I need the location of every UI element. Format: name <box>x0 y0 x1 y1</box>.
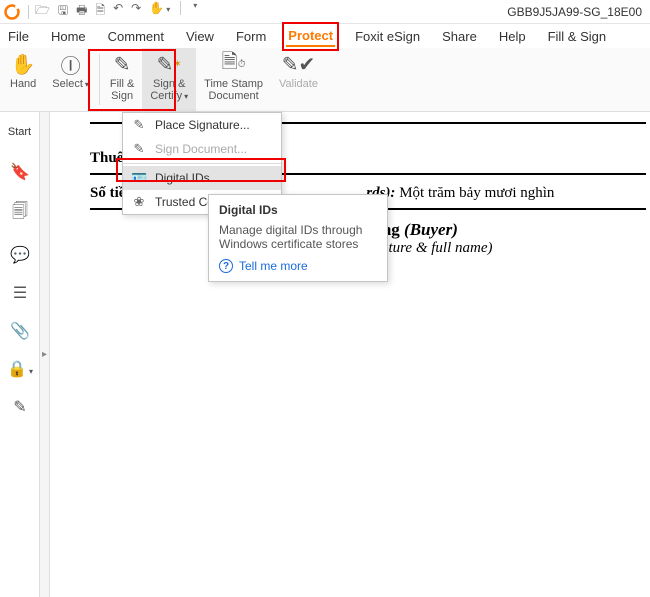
ribbon-time-stamp[interactable]: 🗎⏱ Time Stamp Document <box>196 48 271 111</box>
id-card-icon: 🪪 <box>131 170 147 186</box>
menu-file[interactable]: File <box>6 27 31 46</box>
start-panel[interactable]: Start 🔖 🗐 💬 ☰ 📎 🔒▾ ✎ <box>0 112 40 597</box>
menu-form[interactable]: Form <box>234 27 268 46</box>
menu-view[interactable]: View <box>184 27 216 46</box>
menuitem-digital-ids[interactable]: 🪪 Digital IDs <box>123 166 281 190</box>
start-label: Start <box>8 126 31 138</box>
time-stamp-icon: 🗎⏱ <box>222 52 246 76</box>
print-icon[interactable]: 🖶 <box>76 1 87 22</box>
page-icon[interactable]: 🗎 <box>95 1 105 22</box>
menu-help[interactable]: Help <box>497 27 528 46</box>
quick-access-toolbar: 🗁 🖫 🖶 🗎 ↶ ↷ ✋▾ ▾ <box>35 1 197 22</box>
hand-qat-icon[interactable]: ✋▾ <box>149 1 170 22</box>
ribbon-hand[interactable]: ✋ Hand <box>2 48 44 111</box>
menu-protect[interactable]: Protect <box>286 26 335 47</box>
pencil-icon: ✎ <box>114 52 131 76</box>
menuitem-sign-document: ✎ Sign Document... <box>123 137 281 161</box>
redo-icon[interactable]: ↷ <box>131 1 141 22</box>
help-circle-icon: ? <box>219 259 233 273</box>
tooltip-digital-ids: Digital IDs Manage digital IDs through W… <box>208 194 388 282</box>
menu-bar: File Home Comment View Form Protect Foxi… <box>0 24 650 48</box>
ribbon-protect: ✋ Hand Ⓘ Select▾ ✎ Fill & Sign ✎✶ Sign &… <box>0 48 650 112</box>
tooltip-body: Manage digital IDs through Windows certi… <box>219 223 377 251</box>
pen-icon: ✎ <box>131 117 147 133</box>
save-icon[interactable]: 🖫 <box>58 1 68 22</box>
expand-handle[interactable]: ▸ <box>40 112 50 597</box>
select-icon: Ⓘ <box>61 52 81 76</box>
ribbon-validate: ✎✔ Validate <box>271 48 326 111</box>
comments-icon[interactable]: 💬 <box>10 245 30 265</box>
sign-certify-icon: ✎✶ <box>157 52 182 76</box>
ribbon-select[interactable]: Ⓘ Select▾ <box>44 48 97 111</box>
menuitem-place-signature[interactable]: ✎ Place Signature... <box>123 113 281 137</box>
ribbon-sign-certify[interactable]: ✎✶ Sign & Certify▾ <box>142 48 196 111</box>
open-icon[interactable]: 🗁 <box>35 1 50 22</box>
menu-share[interactable]: Share <box>440 27 479 46</box>
title-bar: 🗁 🖫 🖶 🗎 ↶ ↷ ✋▾ ▾ GBB9J5JA99-SG_18E00 <box>0 0 650 24</box>
menu-foxit-esign[interactable]: Foxit eSign <box>353 27 422 46</box>
undo-icon[interactable]: ↶ <box>113 1 123 22</box>
hand-icon: ✋ <box>11 52 36 76</box>
bookmark-icon[interactable]: 🔖 <box>10 162 30 182</box>
ribbon-fill-sign[interactable]: ✎ Fill & Sign <box>102 48 142 111</box>
document-title: GBB9J5JA99-SG_18E00 <box>507 5 646 19</box>
sidebar-icons: 🔖 🗐 💬 ☰ 📎 🔒▾ ✎ <box>0 162 40 417</box>
layers-icon[interactable]: ☰ <box>13 283 27 303</box>
pen-sign-icon: ✎ <box>131 141 147 157</box>
certificate-icon: ❀ <box>131 194 147 210</box>
tooltip-tell-me-more[interactable]: ? Tell me more <box>219 259 377 273</box>
tooltip-title: Digital IDs <box>219 203 377 217</box>
pages-icon[interactable]: 🗐 <box>12 200 28 227</box>
attachments-icon[interactable]: 📎 <box>10 321 30 341</box>
signature-panel-icon[interactable]: ✎ <box>13 397 26 417</box>
app-logo-icon <box>4 4 20 20</box>
validate-icon: ✎✔ <box>282 52 316 76</box>
menu-comment[interactable]: Comment <box>106 27 166 46</box>
qat-more-icon[interactable]: ▾ <box>193 1 197 22</box>
menu-home[interactable]: Home <box>49 27 88 46</box>
security-icon[interactable]: 🔒▾ <box>7 359 33 379</box>
menu-fill-sign[interactable]: Fill & Sign <box>546 27 609 46</box>
